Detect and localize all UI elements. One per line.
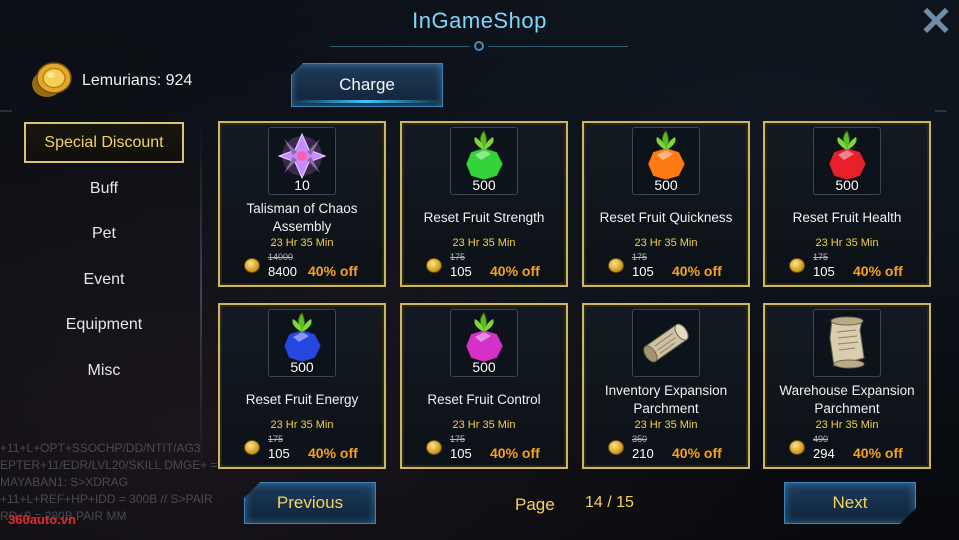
item-timer: 23 Hr 35 Min bbox=[815, 419, 879, 431]
item-timer: 23 Hr 35 Min bbox=[452, 237, 516, 249]
watermark: 360auto.vn bbox=[8, 512, 76, 527]
item-icon-frame: 500 bbox=[632, 127, 700, 195]
item-discount: 40% off bbox=[490, 445, 540, 461]
shop-item-card[interactable]: Warehouse Expansion Parchment 23 Hr 35 Mi… bbox=[763, 303, 931, 469]
item-quantity: 500 bbox=[472, 177, 496, 193]
item-timer: 23 Hr 35 Min bbox=[815, 237, 879, 249]
item-original-price: 490 bbox=[813, 434, 829, 444]
parchment-icon bbox=[814, 310, 880, 381]
coin-icon bbox=[244, 258, 260, 273]
item-price: 105 bbox=[450, 446, 472, 461]
item-price: 105 bbox=[268, 446, 290, 461]
item-discount: 40% off bbox=[672, 263, 722, 279]
item-name: Reset Fruit Control bbox=[427, 392, 541, 407]
sidebar-divider bbox=[200, 120, 202, 470]
item-discount: 40% off bbox=[672, 445, 722, 461]
category-special-discount[interactable]: Special Discount bbox=[24, 122, 184, 163]
shop-item-card[interactable]: 500 Reset Fruit Quickness 23 Hr 35 Min 175 1… bbox=[582, 121, 750, 287]
item-price: 105 bbox=[450, 264, 472, 279]
item-icon-frame: 500 bbox=[268, 309, 336, 377]
item-icon-frame: 500 bbox=[450, 127, 518, 195]
item-name: Talisman of Chaos Assembly bbox=[246, 201, 358, 234]
item-timer: 23 Hr 35 Min bbox=[452, 419, 516, 431]
item-price: 105 bbox=[813, 264, 835, 279]
item-timer: 23 Hr 35 Min bbox=[270, 419, 334, 431]
frame-edge bbox=[935, 110, 947, 112]
coin-icon bbox=[789, 258, 805, 273]
title-ornament bbox=[474, 41, 484, 51]
item-original-price: 14000 bbox=[268, 252, 294, 262]
coin-icon bbox=[244, 440, 260, 455]
item-name: Reset Fruit Quickness bbox=[599, 210, 733, 225]
item-price: 294 bbox=[813, 446, 835, 461]
frame-edge bbox=[0, 110, 12, 112]
previous-button[interactable]: Previous bbox=[244, 482, 376, 524]
item-timer: 23 Hr 35 Min bbox=[634, 237, 698, 249]
item-price: 105 bbox=[632, 264, 654, 279]
item-name: Reset Fruit Strength bbox=[423, 210, 545, 225]
item-original-price: 175 bbox=[268, 434, 284, 444]
item-name: Reset Fruit Energy bbox=[245, 392, 359, 407]
scroll-icon bbox=[633, 310, 699, 381]
item-discount: 40% off bbox=[308, 263, 358, 279]
item-icon-frame bbox=[632, 309, 700, 377]
coin-icon bbox=[426, 258, 442, 273]
item-icon-frame: 10 bbox=[268, 127, 336, 195]
item-discount: 40% off bbox=[490, 263, 540, 279]
item-name: Inventory Expansion Parchment bbox=[604, 383, 728, 416]
shop-item-card[interactable]: 500 Reset Fruit Health 23 Hr 35 Min 175 105 4… bbox=[763, 121, 931, 287]
item-discount: 40% off bbox=[853, 263, 903, 279]
title-divider bbox=[330, 46, 470, 47]
item-quantity: 500 bbox=[290, 359, 314, 375]
category-buff[interactable]: Buff bbox=[24, 168, 184, 209]
item-timer: 23 Hr 35 Min bbox=[270, 237, 334, 249]
item-icon-frame: 500 bbox=[813, 127, 881, 195]
category-event[interactable]: Event bbox=[24, 259, 184, 300]
title-divider bbox=[488, 46, 628, 47]
category-pet[interactable]: Pet bbox=[24, 213, 184, 254]
shop-item-card[interactable]: Inventory Expansion Parchment 23 Hr 35 Mi… bbox=[582, 303, 750, 469]
shop-item-card[interactable]: 500 Reset Fruit Control 23 Hr 35 Min 175 105… bbox=[400, 303, 568, 469]
coin-icon bbox=[608, 258, 624, 273]
shop-title: InGameShop bbox=[412, 8, 547, 33]
charge-glow bbox=[291, 100, 441, 103]
item-original-price: 175 bbox=[450, 252, 466, 262]
next-button[interactable]: Next bbox=[784, 482, 916, 524]
item-quantity: 10 bbox=[294, 177, 310, 193]
shop-item-card[interactable]: 500 Reset Fruit Strength 23 Hr 35 Min 175 10… bbox=[400, 121, 568, 287]
category-sidebar: Special Discount Buff Pet Event Equipmen… bbox=[24, 122, 184, 395]
coin-icon bbox=[608, 440, 624, 455]
item-original-price: 175 bbox=[632, 252, 648, 262]
category-misc[interactable]: Misc bbox=[24, 350, 184, 391]
item-icon-frame: 500 bbox=[450, 309, 518, 377]
item-original-price: 350 bbox=[632, 434, 648, 444]
item-quantity: 500 bbox=[472, 359, 496, 375]
close-icon[interactable]: ✕ bbox=[918, 2, 954, 42]
item-icon-frame bbox=[813, 309, 881, 377]
item-timer: 23 Hr 35 Min bbox=[634, 419, 698, 431]
lemurian-coin-icon bbox=[32, 62, 72, 97]
item-original-price: 175 bbox=[450, 434, 466, 444]
item-quantity: 500 bbox=[654, 177, 678, 193]
currency-balance: Lemurians: 924 bbox=[82, 72, 193, 89]
item-price: 210 bbox=[632, 446, 654, 461]
item-discount: 40% off bbox=[853, 445, 903, 461]
item-name: Reset Fruit Health bbox=[792, 210, 902, 225]
item-original-price: 175 bbox=[813, 252, 829, 262]
item-price: 8400 bbox=[268, 264, 297, 279]
shop-item-card[interactable]: 10 Talisman of Chaos Assembly 23 Hr 35 Min… bbox=[218, 121, 386, 287]
page-indicator: 14 / 15 bbox=[585, 494, 634, 511]
item-discount: 40% off bbox=[308, 445, 358, 461]
item-name: Warehouse Expansion Parchment bbox=[779, 383, 915, 416]
page-label: Page bbox=[515, 495, 555, 514]
shop-item-card[interactable]: 500 Reset Fruit Energy 23 Hr 35 Min 175 105 4… bbox=[218, 303, 386, 469]
coin-icon bbox=[789, 440, 805, 455]
item-quantity: 500 bbox=[835, 177, 859, 193]
coin-icon bbox=[426, 440, 442, 455]
category-equipment[interactable]: Equipment bbox=[24, 304, 184, 345]
